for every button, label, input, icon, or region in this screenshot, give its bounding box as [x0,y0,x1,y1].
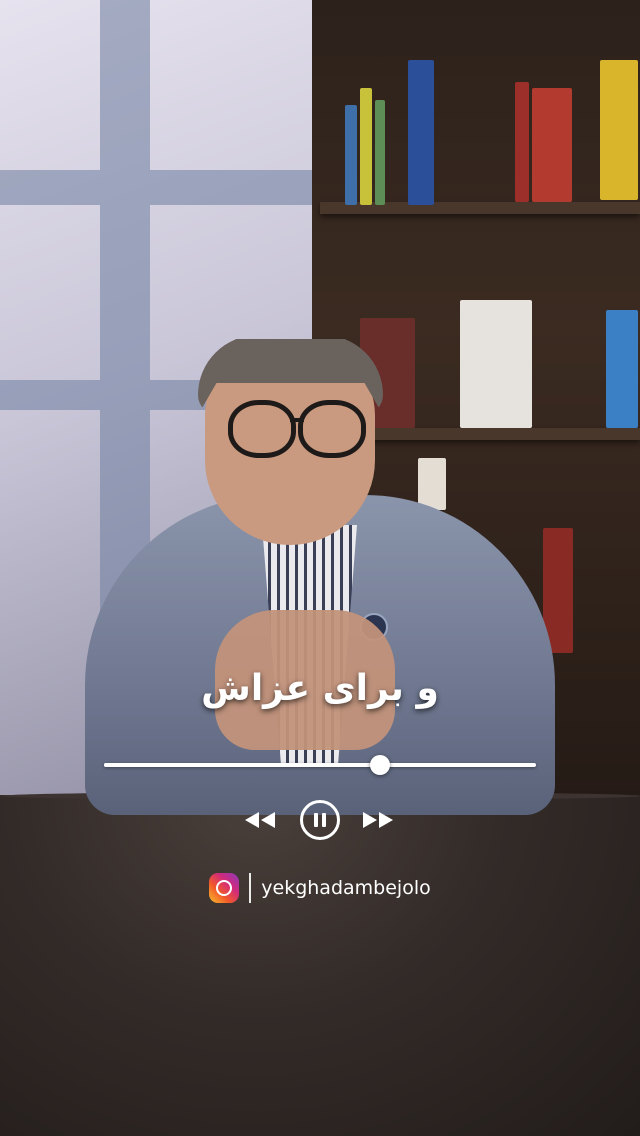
subtitle-caption: و برای عزاش [201,668,439,709]
book [606,310,638,428]
rewind-button[interactable] [240,800,280,840]
pause-icon [300,800,340,840]
instagram-handle: yekghadambejolo [261,877,431,899]
glasses-lens-right [298,400,366,458]
social-handle[interactable]: yekghadambejolo [0,868,640,908]
book [408,60,434,205]
pause-button[interactable] [300,800,340,840]
glasses-lens-left [228,400,296,458]
book [345,105,357,205]
book [600,60,638,200]
glasses-bridge [290,418,304,422]
instagram-icon [209,873,240,903]
book [460,300,532,428]
progress-fill [104,763,381,767]
book [515,82,529,202]
table-surface [0,795,640,1136]
book [375,100,385,205]
rewind-icon [245,812,275,828]
book [532,88,572,202]
book [418,458,446,510]
book [360,88,372,205]
fast-forward-button[interactable] [358,800,398,840]
fast-forward-icon [363,812,393,828]
progress-bar[interactable] [104,755,536,775]
divider [249,873,252,903]
video-frame: و برای عزاش yekghadambejolo [0,0,640,1136]
playback-controls [0,800,640,840]
